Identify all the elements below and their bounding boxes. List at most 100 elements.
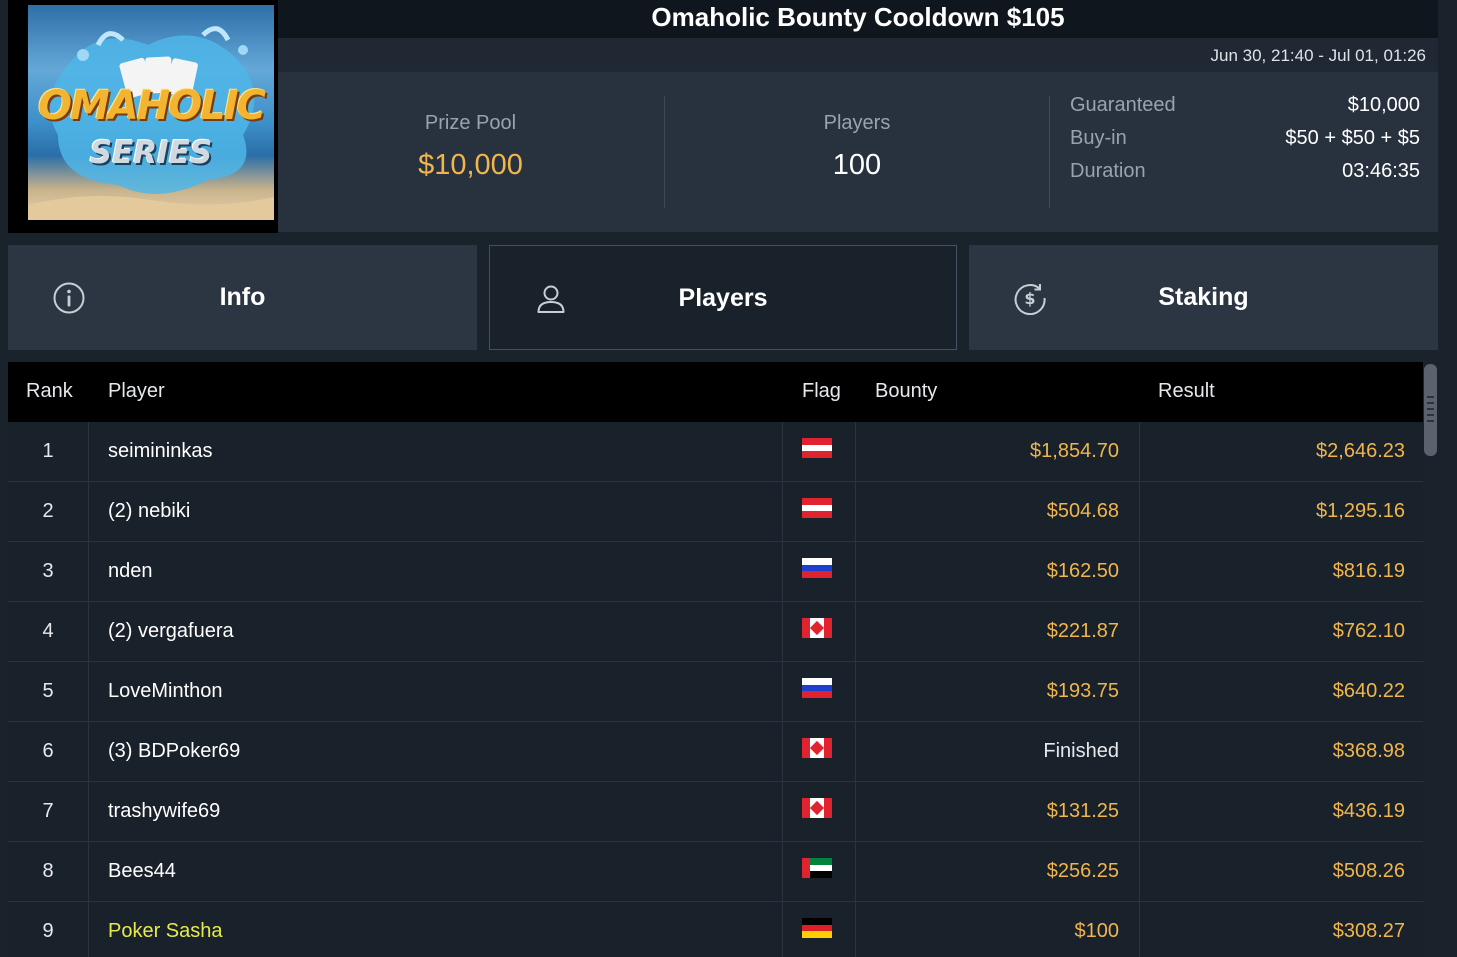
prize-pool-stat: Prize Pool $10,000 [278,96,663,208]
flag-cell [782,482,856,542]
tab-players-label: Players [678,284,768,312]
tab-info-label: Info [219,283,266,311]
table-row[interactable]: 6 (3) BDPoker69 Finished $368.98 [8,722,1423,782]
result-value: $762.10 [1332,620,1405,642]
table-header: Rank Player Flag Bounty Result [8,362,1423,422]
rank-cell: 7 [8,782,89,842]
rank-cell: 8 [8,842,89,902]
prize-pool-label: Prize Pool [424,112,517,134]
players-count: 100 [832,149,882,181]
player-name[interactable]: (2) vergafuera [108,602,778,662]
tab-players[interactable]: Players [489,245,957,350]
player-name[interactable]: (2) nebiki [108,482,778,542]
players-table: Rank Player Flag Bounty Result 1 seiminin… [8,362,1423,957]
bounty-value: $131.25 [856,782,1140,842]
player-name[interactable]: nden [108,542,778,602]
player-name[interactable]: LoveMinthon [108,662,778,722]
detail-value: 03:46:35 [1342,160,1420,182]
logo-title-text: OMAHOLIC [38,83,266,129]
column-header-result[interactable]: Result [1158,380,1215,403]
rank-cell: 5 [8,662,89,722]
detail-duration: Duration 03:46:35 [1070,160,1420,193]
result-value: $308.27 [1332,920,1405,942]
column-header-player[interactable]: Player [108,380,165,403]
austria-flag-icon [802,438,832,458]
result-value: $1,295.16 [1316,500,1405,522]
detail-label: Buy-in [1070,127,1127,149]
table-row[interactable]: 9 Poker Sasha $100 $308.27 [8,902,1423,957]
detail-label: Duration [1070,160,1146,182]
title-bar: Omaholic Bounty Cooldown $105 [278,0,1438,38]
date-bar: Jun 30, 21:40 - Jul 01, 01:26 [278,38,1438,72]
result-value: $640.22 [1332,680,1405,702]
stats-panel: Prize Pool $10,000 Players 100 Guarantee… [278,72,1438,232]
table-row[interactable]: 2 (2) nebiki $504.68 $1,295.16 [8,482,1423,542]
germany-flag-icon [802,918,832,938]
scroll-grip [1427,414,1434,416]
scroll-grip [1427,402,1434,404]
canada-flag-icon [802,798,832,818]
flag-cell [782,782,856,842]
detail-guaranteed: Guaranteed $10,000 [1070,94,1420,127]
flag-cell [782,422,856,482]
tab-staking-label: Staking [1158,283,1249,311]
flag-cell [782,662,856,722]
player-name[interactable]: seimininkas [108,422,778,482]
prize-pool-value: $10,000 [418,149,523,181]
table-row[interactable]: 5 LoveMinthon $193.75 $640.22 [8,662,1423,722]
scroll-grip [1427,420,1434,422]
tournament-details: Guaranteed $10,000 Buy-in $50 + $50 + $5… [1070,94,1420,193]
rank-cell: 9 [8,902,89,957]
player-name[interactable]: Poker Sasha [108,902,778,957]
flag-cell [782,842,856,902]
table-body: 1 seimininkas $1,854.70 $2,646.23 2 (2) nebik… [8,422,1423,957]
players-label: Players [823,112,891,134]
table-row[interactable]: 4 (2) vergafuera $221.87 $762.10 [8,602,1423,662]
result-value: $816.19 [1332,560,1405,582]
player-name[interactable]: (3) BDPoker69 [108,722,778,782]
table-scrollbar[interactable] [1423,362,1437,957]
table-row[interactable]: 3 nden $162.50 $816.19 [8,542,1423,602]
rank-cell: 3 [8,542,89,602]
players-stat: Players 100 [664,96,1050,208]
column-header-flag[interactable]: Flag [802,380,841,403]
detail-value: $50 + $50 + $5 [1285,127,1420,149]
result-value: $368.98 [1332,740,1405,762]
column-header-rank[interactable]: Rank [26,380,73,403]
bounty-value: $256.25 [856,842,1140,902]
detail-label: Guaranteed [1070,94,1176,116]
flag-cell [782,602,856,662]
tab-info[interactable]: Info [8,245,477,350]
detail-buy-in: Buy-in $50 + $50 + $5 [1070,127,1420,160]
column-header-bounty[interactable]: Bounty [875,380,937,403]
russia-flag-icon [802,558,832,578]
russia-flag-icon [802,678,832,698]
scroll-grip [1427,408,1434,410]
rank-cell: 1 [8,422,89,482]
scrollbar-thumb[interactable] [1424,364,1437,456]
tab-staking[interactable]: $ Staking [969,245,1438,350]
tournament-logo-frame: OMAHOLIC SERIES [8,0,278,233]
result-value: $508.26 [1332,860,1405,882]
rank-cell: 4 [8,602,89,662]
player-name[interactable]: Bees44 [108,842,778,902]
bounty-value: $504.68 [856,482,1140,542]
omaholic-series-logo: OMAHOLIC SERIES [28,5,274,220]
tournament-dates: Jun 30, 21:40 - Jul 01, 01:26 [1210,46,1427,65]
bounty-value: $100 [856,902,1140,957]
table-row[interactable]: 8 Bees44 $256.25 $508.26 [8,842,1423,902]
table-row[interactable]: 7 trashywife69 $131.25 $436.19 [8,782,1423,842]
tournament-title: Omaholic Bounty Cooldown $105 [651,2,1065,32]
flag-cell [782,542,856,602]
player-name[interactable]: trashywife69 [108,782,778,842]
scroll-grip [1427,396,1434,398]
canada-flag-icon [802,618,832,638]
table-row[interactable]: 1 seimininkas $1,854.70 $2,646.23 [8,422,1423,482]
bounty-value: $193.75 [856,662,1140,722]
flag-cell [782,722,856,782]
result-value: $2,646.23 [1316,440,1405,462]
detail-value: $10,000 [1347,94,1420,116]
rank-cell: 2 [8,482,89,542]
bounty-value: Finished [856,722,1140,782]
austria-flag-icon [802,498,832,518]
